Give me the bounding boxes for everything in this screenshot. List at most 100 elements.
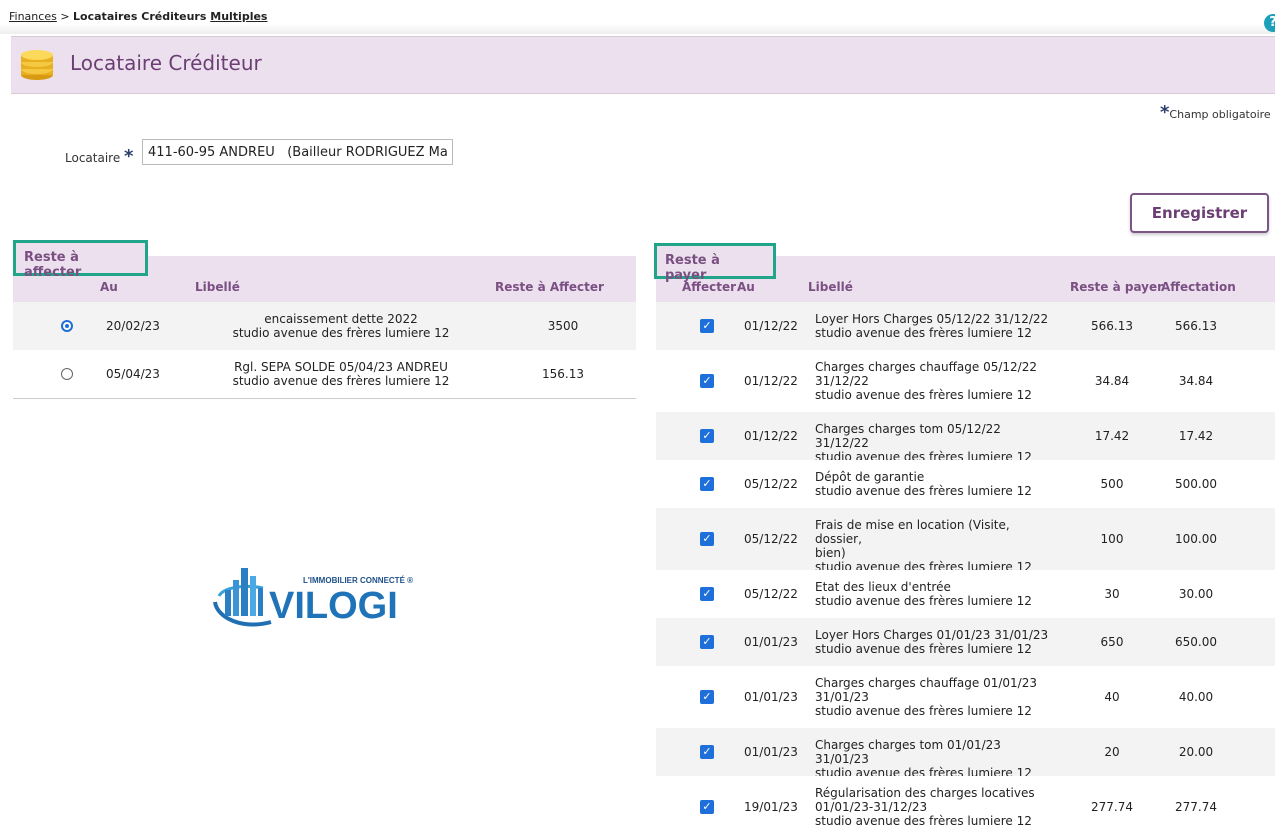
au-date: 01/12/22: [744, 429, 798, 443]
libelle-line: studio avenue des frères lumiere 12: [815, 388, 1032, 402]
affecter-checkbox[interactable]: ✓: [700, 635, 714, 649]
libelle: Régularisation des charges locatives 01/0…: [815, 786, 1055, 828]
right-table-row[interactable]: ✓ 05/12/22 Frais de mise en location (Visi…: [656, 508, 1275, 574]
libelle-line: Dépôt de garantie: [815, 470, 925, 484]
affectation-amount: 30.00: [1178, 587, 1214, 601]
page-title: Locataire Créditeur: [70, 51, 262, 75]
right-col-affecter: Affecter: [682, 280, 737, 294]
right-table-row[interactable]: ✓ 05/12/22 Dépôt de garantie studio avenue …: [656, 460, 1275, 508]
libelle-line: encaissement dette 2022: [264, 312, 418, 326]
au-date: 01/12/22: [744, 319, 798, 333]
required-star: *: [1160, 102, 1170, 123]
reste-amount: 3500: [547, 319, 579, 333]
right-table-row[interactable]: ✓ 01/01/23 Charges charges tom 01/01/23 31…: [656, 728, 1275, 780]
save-button[interactable]: Enregistrer: [1130, 193, 1269, 233]
breadcrumb: Finances > Locataires Créditeurs Multipl…: [9, 10, 267, 23]
libelle: Charges charges tom 05/12/22 31/12/22 stu…: [815, 422, 1055, 464]
breadcrumb-link-finances[interactable]: Finances: [9, 10, 57, 23]
affectation-amount: 650.00: [1175, 635, 1217, 649]
left-section-title: Reste à affecter: [13, 240, 148, 280]
breadcrumb-current-a: Locataires Créditeurs: [73, 10, 207, 23]
libelle: encaissement dette 2022 studio avenue des…: [213, 312, 469, 340]
locataire-label-text: Locataire: [65, 151, 121, 165]
coins-icon: [21, 50, 53, 80]
libelle-line: studio avenue des frères lumiere 12: [815, 814, 1032, 828]
right-table-row[interactable]: ✓ 01/12/22 Loyer Hors Charges 05/12/22 31/…: [656, 302, 1275, 350]
reste-amount: 40: [1104, 690, 1120, 704]
left-col-reste: Reste à Affecter: [495, 280, 604, 294]
select-radio[interactable]: [61, 320, 73, 332]
reste-amount: 566.13: [1091, 319, 1133, 333]
libelle: Etat des lieux d'entrée studio avenue des…: [815, 580, 1055, 608]
au-date: 01/12/22: [744, 374, 798, 388]
libelle-line: Régularisation des charges locatives: [815, 786, 1035, 800]
locataire-required-star: *: [124, 146, 134, 167]
reste-amount: 20: [1104, 745, 1120, 759]
libelle-line: studio avenue des frères lumiere 12: [815, 484, 1032, 498]
right-col-reste: Reste à payer: [1070, 280, 1164, 294]
libelle-line: Charges charges tom 01/01/23 31/01/23: [815, 738, 1001, 766]
panel-header: Locataire Créditeur: [11, 36, 1275, 94]
libelle-line: Charges charges chauffage 01/01/23: [815, 676, 1037, 690]
right-col-affectation: Affectation: [1161, 280, 1236, 294]
locataire-input[interactable]: [142, 139, 453, 165]
affecter-checkbox[interactable]: ✓: [700, 532, 714, 546]
right-table-row[interactable]: ✓ 05/12/22 Etat des lieux d'entrée studio a…: [656, 570, 1275, 618]
affectation-amount: 20.00: [1178, 745, 1214, 759]
libelle: Rgl. SEPA SOLDE 05/04/23 ANDREU studio av…: [213, 360, 469, 388]
required-note-text: Champ obligatoire: [1169, 108, 1271, 121]
au-date: 20/02/23: [106, 319, 160, 333]
au-date: 05/12/22: [744, 532, 798, 546]
libelle-line: 31/01/23: [815, 690, 869, 704]
affecter-checkbox[interactable]: ✓: [700, 690, 714, 704]
libelle-line: bien): [815, 546, 846, 560]
right-table-row[interactable]: ✓ 19/01/23 Régularisation des charges loca…: [656, 776, 1275, 838]
reste-amount: 17.42: [1094, 429, 1130, 443]
right-table-row[interactable]: ✓ 01/12/22 Charges charges chauffage 05/12…: [656, 350, 1275, 412]
affectation-amount: 566.13: [1175, 319, 1217, 333]
affecter-checkbox[interactable]: ✓: [700, 319, 714, 333]
libelle: Charges charges chauffage 01/01/23 31/01/…: [815, 676, 1055, 718]
affecter-checkbox[interactable]: ✓: [700, 429, 714, 443]
au-date: 05/04/23: [106, 367, 160, 381]
libelle-line: studio avenue des frères lumiere 12: [815, 704, 1032, 718]
left-table-row[interactable]: 05/04/23 Rgl. SEPA SOLDE 05/04/23 ANDREU s…: [13, 350, 636, 399]
affectation-amount: 40.00: [1178, 690, 1214, 704]
help-icon[interactable]: ?: [1264, 14, 1275, 32]
libelle: Charges charges tom 01/01/23 31/01/23 stu…: [815, 738, 1055, 780]
affecter-checkbox[interactable]: ✓: [700, 374, 714, 388]
affecter-checkbox[interactable]: ✓: [700, 800, 714, 814]
affecter-checkbox[interactable]: ✓: [700, 745, 714, 759]
libelle: Loyer Hors Charges 05/12/22 31/12/22 stud…: [815, 312, 1055, 340]
right-col-libelle: Libellé: [808, 280, 853, 294]
libelle-line: studio avenue des frères lumiere 12: [232, 374, 450, 388]
reste-amount: 277.74: [1091, 800, 1133, 814]
libelle-line: Rgl. SEPA SOLDE 05/04/23 ANDREU: [234, 360, 448, 374]
au-date: 05/12/22: [744, 587, 798, 601]
affecter-checkbox[interactable]: ✓: [700, 477, 714, 491]
libelle-line: Loyer Hors Charges 01/01/23 31/01/23: [815, 628, 1049, 642]
right-table-row[interactable]: ✓ 01/12/22 Charges charges tom 05/12/22 31…: [656, 412, 1275, 464]
libelle-line: studio avenue des frères lumiere 12: [232, 326, 450, 340]
affectation-amount: 100.00: [1175, 532, 1217, 546]
reste-amount: 156.13: [542, 367, 584, 381]
libelle: Loyer Hors Charges 01/01/23 31/01/23 stud…: [815, 628, 1055, 656]
left-col-libelle: Libellé: [195, 280, 240, 294]
right-table-row[interactable]: ✓ 01/01/23 Charges charges chauffage 01/01…: [656, 666, 1275, 728]
left-table-row[interactable]: 20/02/23 encaissement dette 2022 studio av…: [13, 302, 636, 350]
reste-amount: 650: [1100, 635, 1124, 649]
locataire-label: Locataire *: [65, 146, 133, 167]
au-date: 19/01/23: [744, 800, 798, 814]
libelle-line: studio avenue des frères lumiere 12: [815, 326, 1032, 340]
libelle-line: Frais de mise en location (Visite, dossi…: [815, 518, 1010, 546]
libelle-line: 31/12/22: [815, 374, 869, 388]
select-radio[interactable]: [61, 368, 73, 380]
reste-amount: 30: [1104, 587, 1120, 601]
breadcrumb-current-b: Multiples: [210, 10, 268, 23]
libelle: Charges charges chauffage 05/12/22 31/12/…: [815, 360, 1055, 402]
reste-amount: 500: [1100, 477, 1124, 491]
right-table-row[interactable]: ✓ 01/01/23 Loyer Hors Charges 01/01/23 31/…: [656, 618, 1275, 666]
left-col-au: Au: [100, 280, 118, 294]
right-section-title: Reste à payer: [654, 243, 776, 283]
affecter-checkbox[interactable]: ✓: [700, 587, 714, 601]
